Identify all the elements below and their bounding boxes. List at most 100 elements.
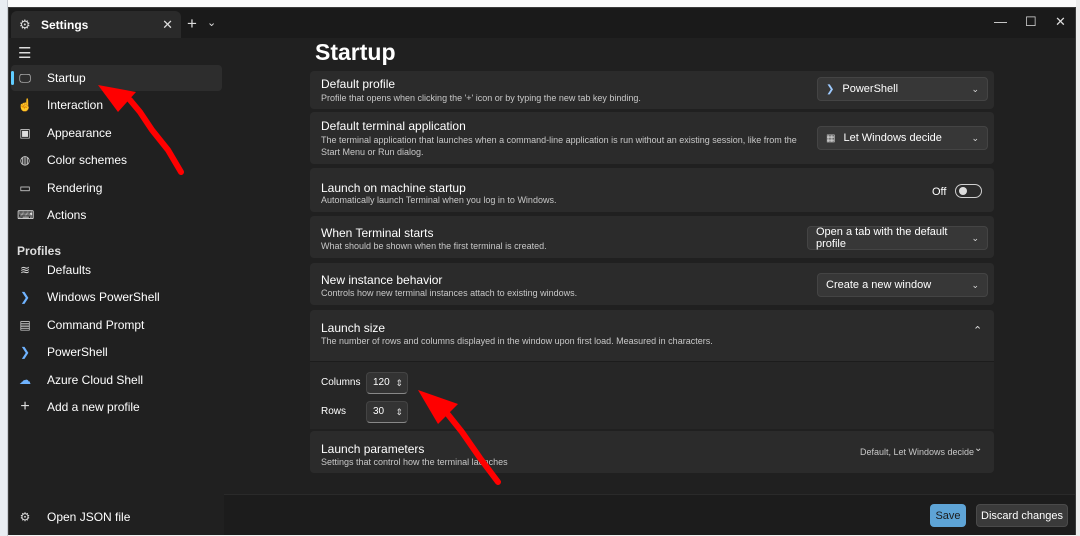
- chevron-down-icon[interactable]: ⌄: [974, 443, 982, 454]
- sidebar-item-azure-cloud-shell[interactable]: ☁ Azure Cloud Shell: [11, 367, 222, 393]
- sidebar-item-actions[interactable]: ⌨ Actions: [11, 202, 222, 228]
- setting-title: New instance behavior: [321, 273, 443, 287]
- startup-icon: 🖵: [19, 70, 31, 85]
- sidebar-item-label: Startup: [47, 71, 86, 85]
- save-button[interactable]: Save: [930, 504, 966, 527]
- setting-description: Profile that opens when clicking the '+'…: [321, 93, 641, 103]
- sidebar-item-startup[interactable]: 🖵 Startup: [11, 65, 222, 91]
- toggle-state-label: Off: [932, 186, 947, 198]
- keyboard-icon: ⌨: [17, 208, 35, 222]
- app-icon: ▦: [826, 132, 836, 144]
- minimize-button[interactable]: —: [994, 14, 1007, 29]
- gear-icon: ⚙: [19, 16, 31, 32]
- launch-parameters-value: Default, Let Windows decide: [860, 447, 975, 457]
- default-profile-setting: Default profile Profile that opens when …: [310, 71, 994, 109]
- launch-on-startup-toggle[interactable]: [955, 184, 982, 198]
- sidebar-item-interaction[interactable]: ☝ Interaction: [11, 92, 222, 118]
- chevron-down-icon: ⌄: [971, 83, 979, 94]
- close-window-button[interactable]: ✕: [1055, 14, 1066, 30]
- powershell-icon: ❯: [19, 345, 31, 359]
- new-instance-behavior-setting: New instance behavior Controls how new t…: [310, 263, 994, 305]
- new-tab-button[interactable]: +: [187, 14, 197, 34]
- spinner-icon[interactable]: ⇕: [395, 402, 403, 422]
- page-title: Startup: [315, 39, 396, 65]
- setting-title: When Terminal starts: [321, 226, 434, 240]
- default-profile-dropdown[interactable]: ❯ PowerShell ⌄: [817, 77, 988, 101]
- sidebar-item-command-prompt[interactable]: ▤ Command Prompt: [11, 312, 222, 338]
- sidebar-item-appearance[interactable]: ▣ Appearance: [11, 120, 222, 146]
- chevron-down-icon: ⌄: [971, 279, 979, 290]
- sidebar-item-label: Rendering: [47, 181, 103, 195]
- when-terminal-starts-setting: When Terminal starts What should be show…: [310, 216, 994, 258]
- sidebar-item-windows-powershell[interactable]: ❯ Windows PowerShell: [11, 284, 222, 310]
- sidebar: ☰ 🖵 Startup ☝ Interaction ▣ Appearance ◍…: [9, 38, 224, 535]
- new-instance-dropdown[interactable]: Create a new window ⌄: [817, 273, 988, 297]
- rows-label: Rows: [321, 406, 347, 417]
- monitor-icon: ▭: [19, 181, 31, 195]
- sidebar-item-label: Color schemes: [47, 153, 128, 167]
- setting-title: Default terminal application: [321, 119, 466, 133]
- background-window-left: [0, 0, 8, 536]
- launch-size-expanded-panel: Columns 120 ⇕ Rows 30 ⇕: [310, 361, 994, 429]
- sidebar-item-label: Azure Cloud Shell: [47, 373, 144, 387]
- sidebar-item-label: Interaction: [47, 98, 104, 112]
- sidebar-item-defaults[interactable]: ≋ Defaults: [11, 257, 222, 283]
- setting-title: Launch size: [321, 321, 386, 335]
- setting-title: Launch on machine startup: [321, 181, 466, 195]
- setting-description: What should be shown when the first term…: [321, 241, 547, 251]
- powershell-icon: ❯: [19, 290, 31, 304]
- when-terminal-starts-dropdown[interactable]: Open a tab with the default profile ⌄: [807, 226, 988, 250]
- rows-value: 30: [373, 406, 385, 417]
- dropdown-value: Create a new window: [826, 279, 932, 291]
- cmd-icon: ▤: [19, 318, 31, 332]
- hamburger-menu-icon[interactable]: ☰: [18, 44, 31, 62]
- background-window-right: [1076, 0, 1080, 536]
- rows-number-input[interactable]: 30 ⇕: [366, 401, 408, 423]
- chevron-up-icon[interactable]: ⌃: [973, 324, 982, 337]
- selection-indicator: [11, 71, 14, 85]
- setting-title: Default profile: [321, 77, 396, 91]
- sidebar-item-rendering[interactable]: ▭ Rendering: [11, 175, 222, 201]
- default-terminal-setting: Default terminal application The termina…: [310, 112, 994, 164]
- sidebar-item-color-schemes[interactable]: ◍ Color schemes: [11, 147, 222, 173]
- launch-parameters-setting[interactable]: Launch parameters Settings that control …: [310, 431, 994, 473]
- powershell-icon: ❯: [826, 83, 835, 95]
- gear-icon: ⚙: [19, 510, 31, 524]
- setting-title: Launch parameters: [321, 442, 425, 456]
- terminal-settings-window: ⚙ Settings ✕ + ⌄ — ☐ ✕ ☰ 🖵 Startup ☝ Int…: [8, 7, 1076, 535]
- maximize-button[interactable]: ☐: [1025, 14, 1037, 30]
- sidebar-item-label: Appearance: [47, 126, 112, 140]
- settings-tab[interactable]: ⚙ Settings ✕: [11, 11, 181, 38]
- launch-on-startup-setting: Launch on machine startup Automatically …: [310, 168, 994, 212]
- dropdown-value: PowerShell: [842, 83, 899, 95]
- sidebar-item-label: Add a new profile: [47, 400, 140, 414]
- columns-label: Columns: [321, 377, 361, 388]
- azure-icon: ☁: [19, 373, 31, 387]
- tab-title: Settings: [41, 17, 89, 32]
- sidebar-item-add-profile[interactable]: + Add a new profile: [11, 394, 222, 420]
- appearance-icon: ▣: [19, 126, 31, 140]
- discard-changes-button[interactable]: Discard changes: [976, 504, 1068, 527]
- layers-icon: ≋: [19, 263, 31, 277]
- setting-description: The terminal application that launches w…: [321, 135, 797, 157]
- dropdown-value: Open a tab with the default profile: [816, 226, 948, 250]
- sidebar-item-powershell[interactable]: ❯ PowerShell: [11, 339, 222, 365]
- open-json-file-button[interactable]: ⚙ Open JSON file: [11, 504, 222, 530]
- spinner-icon[interactable]: ⇕: [395, 373, 403, 393]
- default-terminal-dropdown[interactable]: ▦ Let Windows decide ⌄: [817, 126, 988, 150]
- setting-description: Settings that control how the terminal l…: [321, 457, 508, 467]
- open-json-label: Open JSON file: [47, 510, 131, 524]
- toggle-knob: [959, 187, 967, 195]
- chevron-down-icon[interactable]: ⌄: [207, 16, 216, 29]
- tab-close-icon[interactable]: ✕: [162, 17, 173, 33]
- palette-icon: ◍: [19, 153, 31, 167]
- launch-size-setting[interactable]: Launch size The number of rows and colum…: [310, 310, 994, 361]
- chevron-down-icon: ⌄: [971, 232, 979, 243]
- chevron-down-icon: ⌄: [971, 132, 979, 143]
- bottom-action-bar: Save Discard changes: [224, 494, 1075, 535]
- title-bar: ⚙ Settings ✕ + ⌄ — ☐ ✕: [9, 8, 1075, 38]
- setting-description: Controls how new terminal instances atta…: [321, 288, 578, 298]
- dropdown-value: Let Windows decide: [843, 132, 942, 144]
- columns-number-input[interactable]: 120 ⇕: [366, 372, 408, 394]
- setting-description: Automatically launch Terminal when you l…: [321, 195, 557, 205]
